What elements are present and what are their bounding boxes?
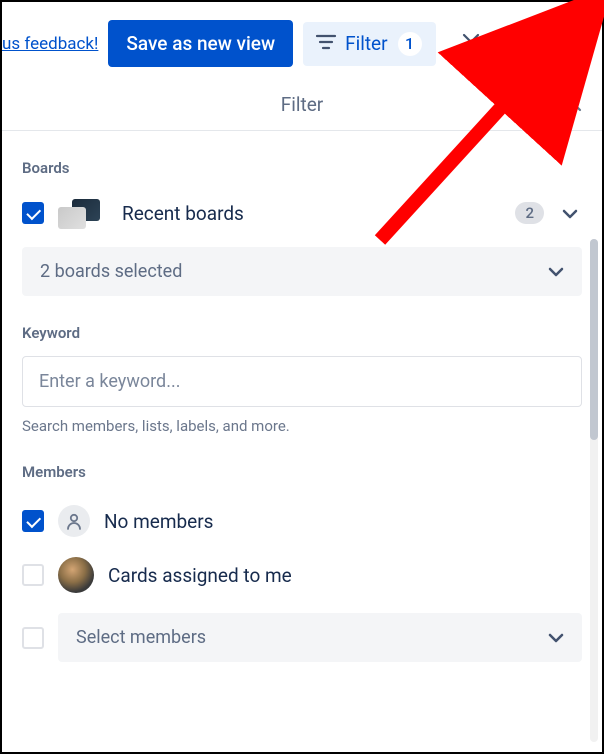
boards-selected-dropdown[interactable]: 2 boards selected [22,247,582,296]
recent-boards-count-badge: 2 [515,202,544,224]
close-button[interactable] [450,25,492,63]
filter-count-badge: 1 [398,32,422,56]
user-avatar [58,557,94,593]
assigned-to-me-label: Cards assigned to me [108,564,582,587]
person-icon [58,505,90,537]
boards-selected-label: 2 boards selected [40,261,182,282]
chevron-down-icon [548,267,564,277]
scrollbar[interactable] [590,239,598,742]
filter-icon [317,34,335,53]
select-members-checkbox[interactable] [22,627,44,649]
filter-label: Filter [345,32,387,55]
board-thumbnails [58,199,108,227]
recent-boards-label: Recent boards [122,202,501,225]
no-members-label: No members [104,510,582,533]
filter-button[interactable]: Filter 1 [303,22,435,66]
recent-boards-expand[interactable] [558,200,582,227]
feedback-link[interactable]: us feedback! [2,34,98,54]
no-members-checkbox[interactable] [22,510,44,532]
chevron-down-icon [562,209,578,219]
boards-section-label: Boards [22,131,582,191]
panel-title: Filter [281,93,323,116]
chevron-down-icon [548,633,564,643]
keyword-section-label: Keyword [22,296,582,356]
close-icon [564,94,582,112]
recent-boards-checkbox[interactable] [22,202,44,224]
save-as-new-view-button[interactable]: Save as new view [108,20,293,67]
close-panel-button[interactable] [564,94,582,116]
assigned-to-me-checkbox[interactable] [22,564,44,586]
select-members-label: Select members [76,627,206,648]
keyword-input[interactable] [22,356,582,407]
members-section-label: Members [22,435,582,495]
select-members-dropdown[interactable]: Select members [58,613,582,662]
close-icon [462,33,480,51]
keyword-help-text: Search members, lists, labels, and more. [22,407,582,435]
